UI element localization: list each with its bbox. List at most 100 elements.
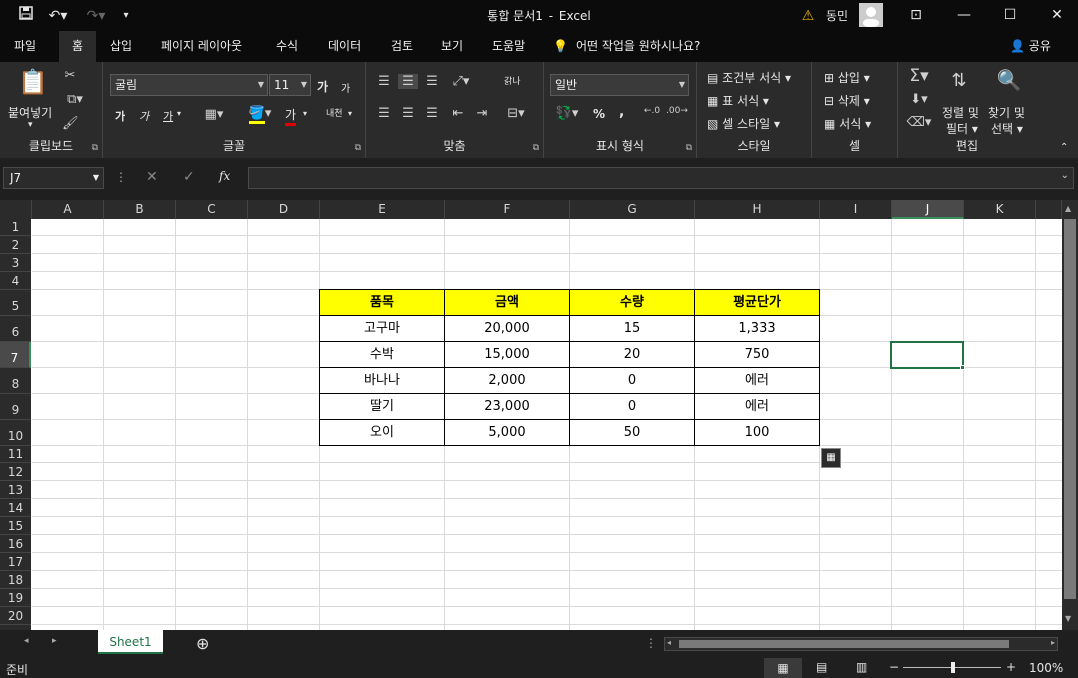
format-cells-button[interactable]: ▦ 서식 ▾: [824, 115, 871, 132]
align-top-icon[interactable]: ☰: [374, 74, 394, 89]
row-header-1[interactable]: 1: [0, 219, 31, 236]
row-header-15[interactable]: 15: [0, 517, 31, 535]
name-box[interactable]: J7 ▼: [3, 167, 104, 189]
font-color-dropdown-icon[interactable]: ▾: [303, 109, 307, 118]
table-cell[interactable]: 에러: [694, 393, 820, 420]
row-header-20[interactable]: 20: [0, 607, 31, 625]
conditional-formatting-button[interactable]: ▤ 조건부 서식 ▾: [707, 69, 791, 86]
horizontal-scroll-thumb[interactable]: [679, 640, 1009, 648]
table-header-quantity[interactable]: 수량: [569, 289, 695, 316]
row-header-8[interactable]: 8: [0, 368, 31, 394]
table-header-amount[interactable]: 금액: [444, 289, 570, 316]
paste-dropdown-icon[interactable]: ▾: [28, 120, 33, 130]
share-button[interactable]: 👤 공유: [1010, 31, 1051, 62]
percent-button[interactable]: %: [593, 107, 605, 121]
cut-icon[interactable]: ✂: [62, 68, 78, 83]
format-painter-icon[interactable]: 🖌: [62, 116, 79, 131]
table-cell[interactable]: 20: [569, 341, 695, 368]
borders-icon[interactable]: ▦▾: [201, 107, 227, 122]
row-header-5[interactable]: 5: [0, 290, 31, 316]
table-cell[interactable]: 5,000: [444, 419, 570, 446]
page-layout-view-icon[interactable]: ▤: [816, 660, 827, 674]
sort-filter-icon[interactable]: ⇅: [944, 70, 974, 91]
formula-input[interactable]: ⌄: [248, 167, 1074, 189]
zoom-slider-knob[interactable]: [951, 662, 955, 673]
table-cell[interactable]: 0: [569, 367, 695, 394]
delete-cells-button[interactable]: ⊟ 삭제 ▾: [824, 92, 870, 109]
column-header-b[interactable]: B: [104, 200, 176, 219]
phonetic-dropdown-icon[interactable]: ▾: [348, 109, 352, 118]
table-cell[interactable]: 100: [694, 419, 820, 446]
row-header-16[interactable]: 16: [0, 535, 31, 553]
table-header-item[interactable]: 품목: [319, 289, 445, 316]
table-cell[interactable]: 20,000: [444, 315, 570, 342]
row-header-19[interactable]: 19: [0, 589, 31, 607]
table-cell[interactable]: 750: [694, 341, 820, 368]
zoom-level[interactable]: 100%: [1029, 661, 1063, 675]
table-cell[interactable]: 50: [569, 419, 695, 446]
next-sheet-icon[interactable]: ▸: [52, 636, 57, 646]
zoom-in-icon[interactable]: +: [1006, 660, 1016, 674]
scroll-right-icon[interactable]: ▸: [1051, 638, 1055, 647]
table-cell[interactable]: 2,000: [444, 367, 570, 394]
merge-center-icon[interactable]: ⊟▾: [502, 106, 530, 121]
column-header-c[interactable]: C: [176, 200, 248, 219]
paste-icon[interactable]: 📋: [18, 68, 48, 98]
table-cell[interactable]: 1,333: [694, 315, 820, 342]
column-header-f[interactable]: F: [445, 200, 570, 219]
column-header-partial[interactable]: [1036, 200, 1062, 219]
insert-cells-button[interactable]: ⊞ 삽입 ▾: [824, 69, 870, 86]
cell-area[interactable]: 품목 금액 수량 평균단가 고구마 20,000 15 1,333 수박 15,…: [32, 219, 1062, 630]
decrease-indent-icon[interactable]: ⇤: [448, 106, 468, 121]
table-cell[interactable]: 15: [569, 315, 695, 342]
row-header-4[interactable]: 4: [0, 272, 31, 290]
select-label[interactable]: 선택 ▾: [991, 120, 1023, 137]
insert-function-button[interactable]: fx: [219, 169, 230, 183]
quick-analysis-icon[interactable]: ▦: [821, 448, 841, 468]
paste-button[interactable]: 붙여넣기: [8, 104, 52, 121]
column-header-h[interactable]: H: [695, 200, 820, 219]
font-color-button[interactable]: 가: [285, 106, 297, 126]
tab-review[interactable]: 검토: [381, 31, 423, 62]
format-as-table-button[interactable]: ▦ 표 서식 ▾: [707, 92, 769, 109]
increase-indent-icon[interactable]: ⇥: [472, 106, 492, 121]
grow-font-button[interactable]: 가: [317, 78, 328, 95]
align-center-icon[interactable]: ☰: [398, 106, 418, 121]
wrap-text-button[interactable]: 갉나: [504, 74, 521, 87]
close-button[interactable]: ✕: [1034, 0, 1078, 31]
tab-insert[interactable]: 삽입: [100, 31, 142, 62]
collapse-ribbon-icon[interactable]: ⌃: [1060, 142, 1068, 153]
scroll-left-icon[interactable]: ◂: [667, 638, 671, 647]
sort-filter-button[interactable]: 정렬 및: [942, 104, 979, 121]
column-header-d[interactable]: D: [248, 200, 320, 219]
font-size-select[interactable]: 11 ▼: [269, 74, 311, 96]
column-header-j[interactable]: J: [892, 200, 964, 219]
align-right-icon[interactable]: ☰: [422, 106, 442, 121]
tab-formulas[interactable]: 수식: [266, 31, 308, 62]
row-header-12[interactable]: 12: [0, 463, 31, 481]
clear-icon[interactable]: ⌫▾: [906, 115, 932, 130]
tab-file[interactable]: 파일: [4, 31, 46, 62]
autosum-icon[interactable]: Σ▾: [906, 66, 932, 86]
avatar[interactable]: [859, 3, 883, 27]
vertical-scrollbar[interactable]: ▲ ▼: [1062, 200, 1078, 630]
row-header-17[interactable]: 17: [0, 553, 31, 571]
new-sheet-icon[interactable]: ⊕: [196, 634, 209, 653]
minimize-button[interactable]: —: [941, 0, 987, 31]
table-cell[interactable]: 딸기: [319, 393, 445, 420]
normal-view-icon[interactable]: ▦: [764, 658, 802, 678]
table-cell[interactable]: 15,000: [444, 341, 570, 368]
page-break-view-icon[interactable]: ▥: [856, 660, 867, 674]
number-launcher-icon[interactable]: ⧉: [686, 143, 692, 153]
maximize-button[interactable]: ☐: [987, 0, 1033, 31]
tell-me-search[interactable]: 💡 어떤 작업을 원하시나요?: [553, 31, 700, 62]
more-options-icon[interactable]: ⋮: [115, 170, 127, 184]
shrink-font-button[interactable]: 가: [341, 80, 350, 95]
find-select-button[interactable]: 찾기 및: [988, 104, 1025, 121]
filter-label[interactable]: 필터 ▾: [946, 120, 978, 137]
user-name[interactable]: 동민: [822, 6, 852, 26]
row-header-18[interactable]: 18: [0, 571, 31, 589]
zoom-out-icon[interactable]: −: [889, 660, 899, 674]
comma-button[interactable]: ,: [619, 104, 624, 120]
tab-view[interactable]: 보기: [431, 31, 473, 62]
